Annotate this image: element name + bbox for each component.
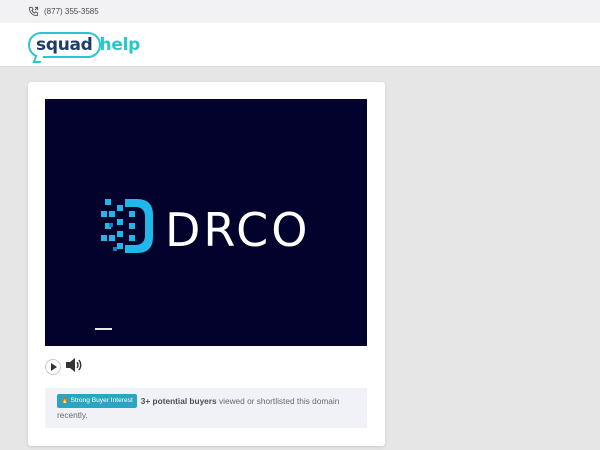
logo-text-help: help: [99, 34, 141, 55]
flame-icon: 🔥: [61, 398, 69, 404]
buyer-interest-box: 🔥 Strong Buyer Interest 3+ potential buyer…: [45, 388, 367, 428]
logo-text-squad: squad: [36, 34, 93, 55]
volume-icon: [65, 357, 83, 378]
player-controls: [45, 357, 83, 378]
brand-text: DRCO: [165, 203, 310, 257]
squadhelp-logo[interactable]: squad help: [28, 30, 141, 63]
strong-buyer-interest-badge: 🔥 Strong Buyer Interest: [57, 394, 137, 408]
phone-icon: [28, 6, 39, 17]
logo-bubble: squad: [28, 31, 101, 63]
play-button[interactable]: [45, 359, 61, 375]
pixel-d-mark: [101, 199, 123, 251]
drco-logo-graphic: DRCO: [101, 199, 310, 257]
video-progress-indicator: [95, 328, 112, 330]
domain-card: DRCO 🔥 Strong Buyer Interest 3+ potential …: [28, 82, 385, 446]
buyer-count: 3+ potential buyers: [140, 396, 217, 406]
badge-label: Strong Buyer Interest: [70, 397, 133, 404]
logo-bubble-tail: [32, 54, 44, 63]
site-header: squad help: [0, 23, 600, 67]
logo-video-player[interactable]: DRCO: [45, 99, 367, 346]
play-icon: [50, 358, 57, 376]
volume-button[interactable]: [65, 357, 83, 378]
top-contact-bar: (877) 355-3585: [0, 0, 600, 23]
phone-number-link[interactable]: (877) 355-3585: [44, 7, 99, 16]
